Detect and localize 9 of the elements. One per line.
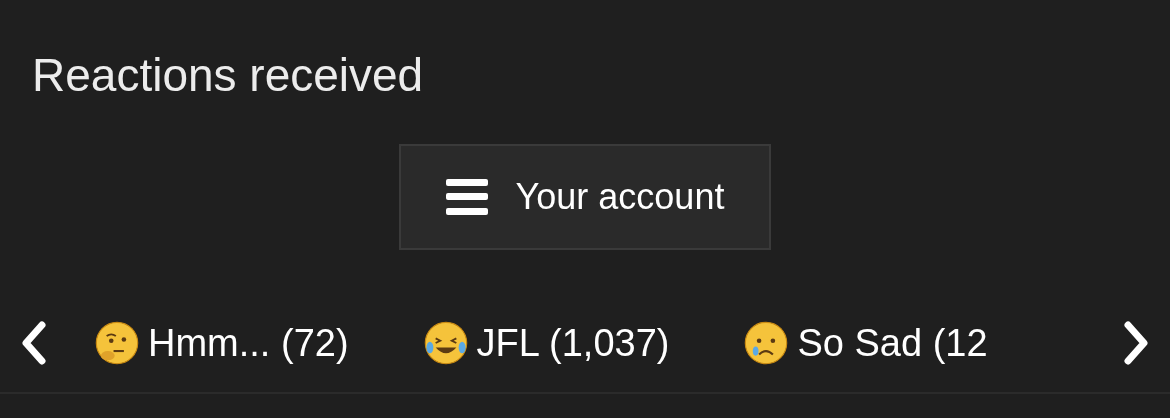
reaction-tab[interactable]: Hmm... (72) [94,314,349,372]
reaction-tab[interactable]: So Sad (12 [743,314,988,372]
laughing-emoji-icon [422,320,469,366]
section-title: Reactions received [32,48,424,103]
reaction-tab[interactable]: JFL (1,037) [422,314,670,372]
account-menu-button[interactable]: Your account [399,144,771,250]
sad-emoji-icon [743,320,790,366]
menu-icon [445,179,488,215]
thinking-emoji-icon [94,320,140,366]
